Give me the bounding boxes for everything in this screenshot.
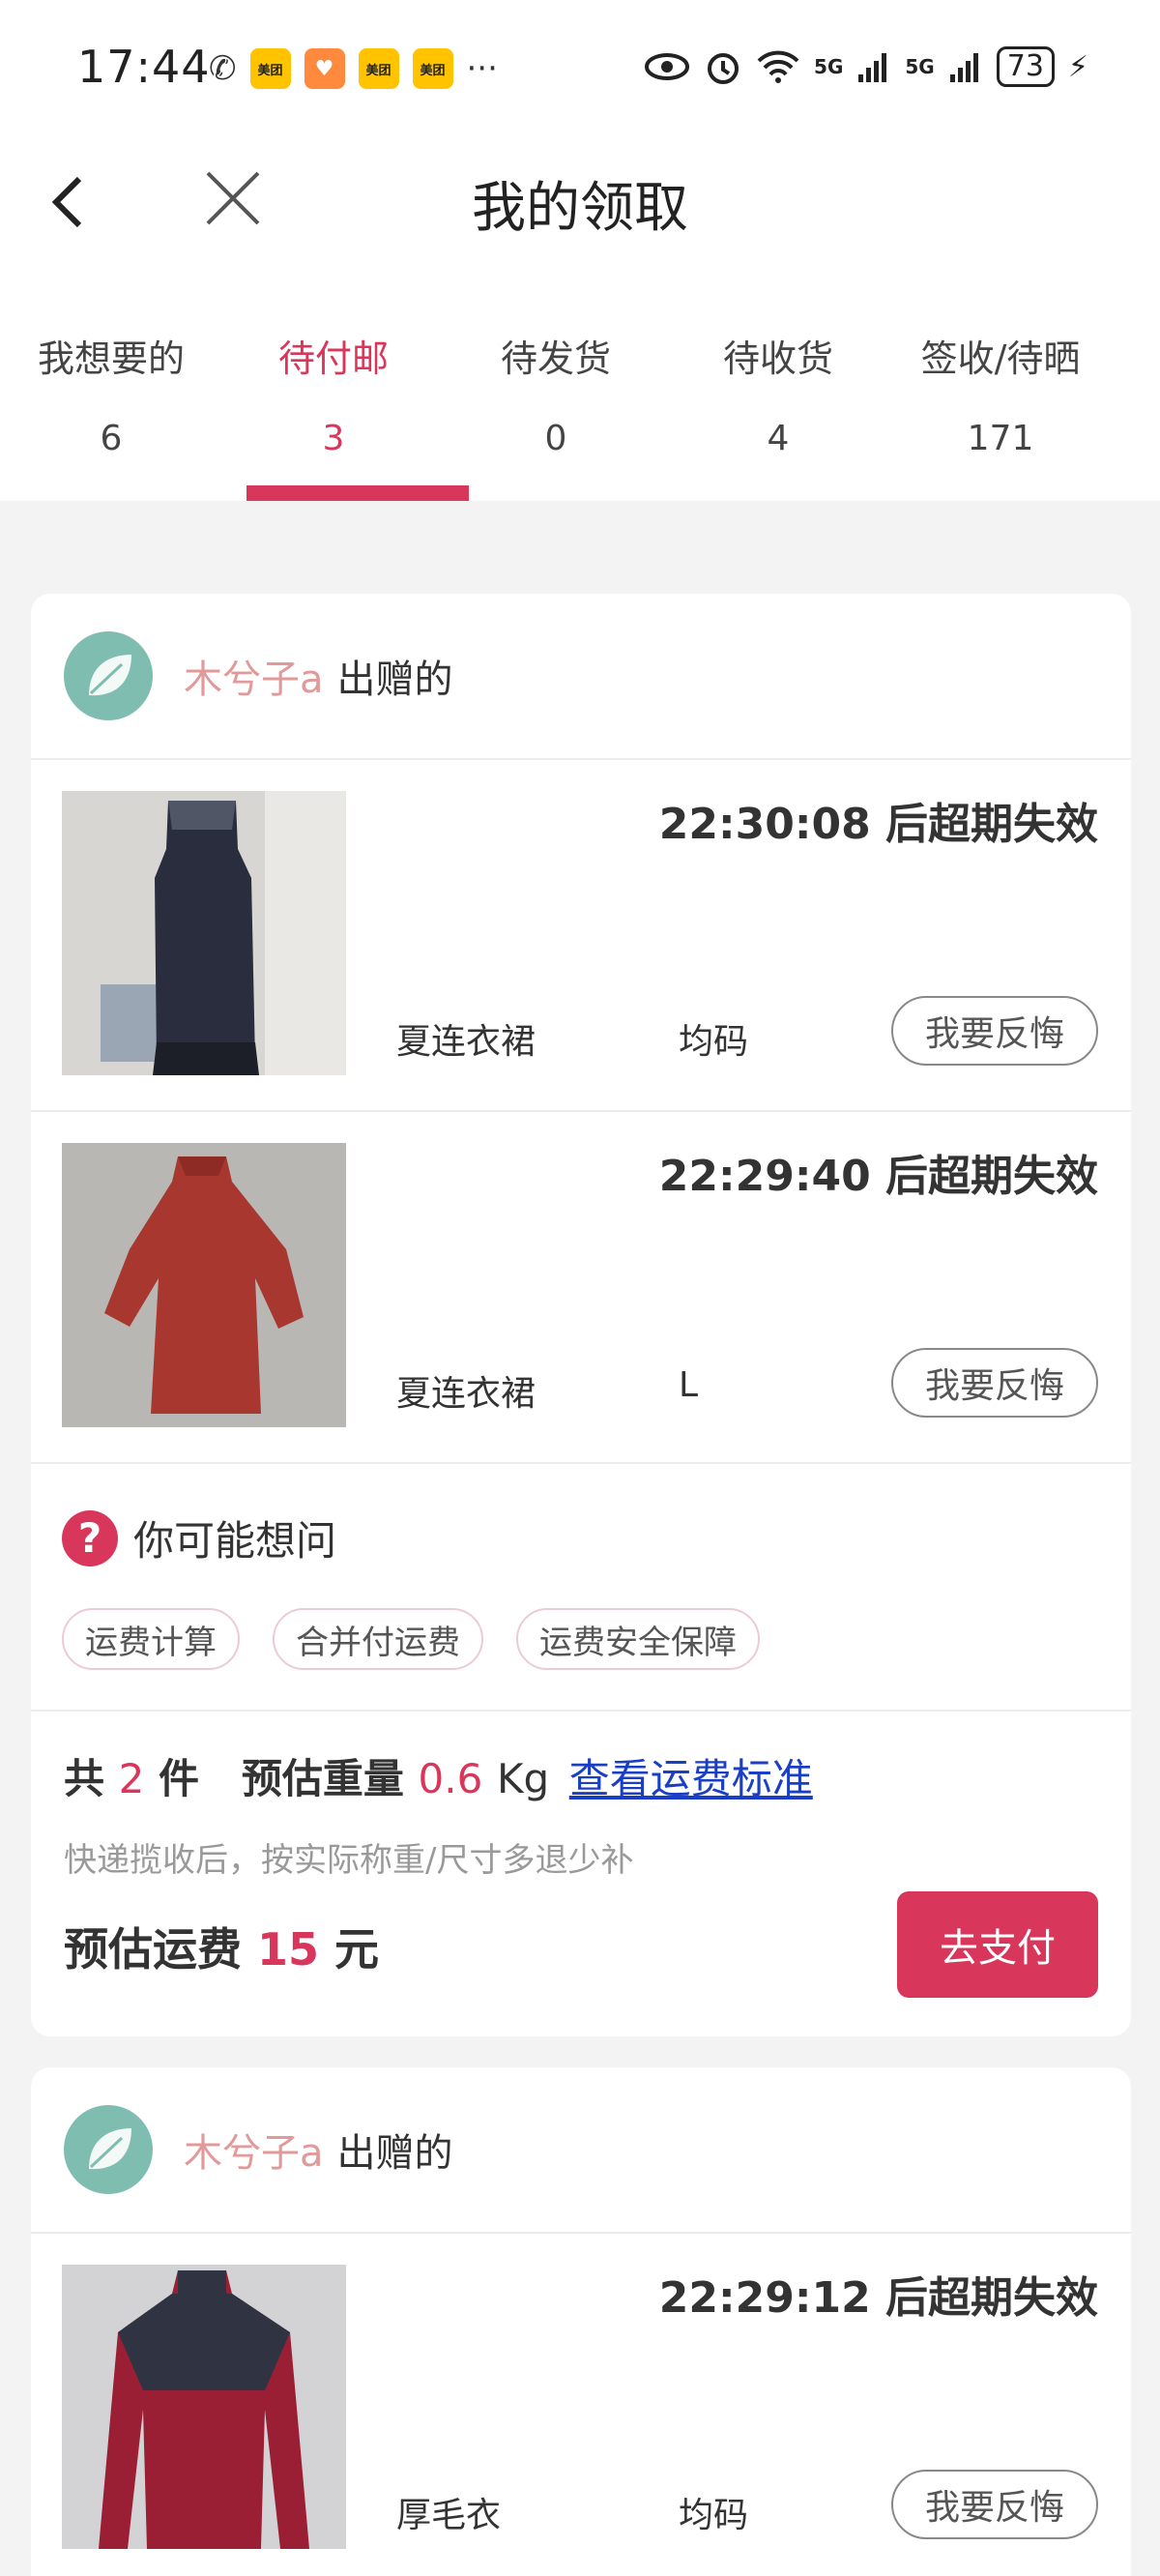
meituan-app-icon: 美团 [412,48,453,89]
status-time: 17:44 [77,41,211,93]
tab-label: 我想要的 [37,337,185,380]
leaf-icon [89,2128,131,2170]
item-size: 均码 [679,2496,749,2535]
regret-button[interactable]: 我要反悔 [891,2470,1098,2539]
weight-note: 快递揽收后，按实际称重/尺寸多退少补 [64,1841,634,1880]
active-tab-indicator [246,485,469,501]
faq-section: ? 你可能想问 运费计算 合并付运费 运费安全保障 [31,1464,1131,1712]
tab-received[interactable]: 签收/待晒 171 [889,300,1112,501]
shipping-standard-link[interactable]: 查看运费标准 [569,1755,813,1802]
network-5g-label: 5G [814,55,844,78]
nav-header: 我的领取 [0,135,1160,300]
system-icons: 5G 5G 73 ⚡ [644,46,1088,87]
order-group-card: 木兮子a 出赠的 22:30:08 后超期失效 夏连衣裙 均码 我要反悔 22:… [31,594,1131,2036]
meituan-app-icon: 美团 [358,48,399,89]
tab-count: 3 [322,419,345,458]
tab-pending-shipment[interactable]: 待发货 0 [445,300,667,501]
item-name: 夏连衣裙 [396,1022,536,1062]
missed-call-icon: ✆ [209,49,237,88]
heart-app-icon: ♥ [304,48,345,89]
signal-icon [949,53,978,82]
total-prefix: 共 [64,1755,105,1802]
giver-row[interactable]: 木兮子a 出赠的 [31,2067,1131,2234]
giver-suffix: 出赠的 [336,2131,453,2176]
estimated-fee: 预估运费 15 元 [64,1915,379,1978]
list-item[interactable]: 22:29:12 后超期失效 厚毛衣 均码 我要反悔 [31,2234,1131,2576]
summary-line: 共 2 件 预估重量 0.6 Kg 查看运费标准 [64,1746,813,1805]
tab-label: 待付邮 [277,337,389,380]
meituan-app-icon: 美团 [249,48,291,89]
tab-count: 4 [767,419,790,458]
order-group-card: 木兮子a 出赠的 22:29:12 后超期失效 厚毛衣 均码 我要反悔 [31,2067,1131,2576]
fee-label: 预估运费 [64,1923,242,1976]
product-image[interactable] [62,2265,346,2549]
faq-chip-combine-shipping[interactable]: 合并付运费 [273,1608,483,1670]
weight-unit: Kg [496,1755,550,1802]
fee-unit: 元 [334,1923,380,1976]
faq-chip-shipping-calc[interactable]: 运费计算 [62,1608,240,1670]
list-item[interactable]: 22:30:08 后超期失效 夏连衣裙 均码 我要反悔 [31,760,1131,1112]
tab-pending-postage[interactable]: 待付邮 3 [222,300,469,501]
status-tabs: 我想要的 6 待付邮 3 待发货 0 待收货 4 签收/待晒 171 [0,300,1160,501]
regret-button[interactable]: 我要反悔 [891,996,1098,1066]
signal-icon [858,53,887,82]
tab-label: 待发货 [500,337,611,380]
faq-chip-shipping-guarantee[interactable]: 运费安全保障 [516,1608,760,1670]
question-icon: ? [62,1509,118,1566]
weight-value: 0.6 [418,1755,483,1802]
battery-indicator: 73 [996,46,1055,87]
tab-count: 6 [100,419,123,458]
giver-name[interactable]: 木兮子a [184,648,324,704]
item-size: L [679,1365,699,1405]
expire-countdown: 22:29:40 后超期失效 [658,1152,1098,1201]
avatar[interactable] [64,631,153,720]
product-image[interactable] [62,791,346,1075]
list-item[interactable]: 22:29:40 后超期失效 夏连衣裙 L 我要反悔 [31,1112,1131,1464]
alarm-icon [708,53,740,84]
page-title: 我的领取 [472,177,688,240]
tab-pending-receipt[interactable]: 待收货 4 [667,300,889,501]
tab-wanted[interactable]: 我想要的 6 [0,300,222,501]
tab-count: 171 [967,419,1034,458]
regret-button[interactable]: 我要反悔 [891,1348,1098,1418]
item-name: 厚毛衣 [396,2496,502,2535]
total-unit: 件 [159,1755,200,1802]
tab-label: 待收货 [722,337,833,380]
total-count: 2 [118,1755,145,1802]
faq-title: 你可能想问 [133,1517,337,1565]
network-5g-label: 5G [905,55,935,78]
status-bar: 17:44 ✆ 美团 ♥ 美团 美团 ··· 5G 5G 73 ⚡ [0,0,1160,135]
wifi-icon [757,50,799,83]
weight-label: 预估重量 [241,1755,404,1802]
pay-button[interactable]: 去支付 [897,1891,1098,1998]
tab-count: 0 [544,419,567,458]
fee-value: 15 [257,1923,320,1976]
overflow-icon: ··· [466,49,498,88]
expire-countdown: 22:30:08 后超期失效 [658,800,1098,849]
order-summary: 共 2 件 预估重量 0.6 Kg 查看运费标准 快递揽收后，按实际称重/尺寸多… [31,1712,1131,2034]
giver-suffix: 出赠的 [336,658,453,702]
product-image[interactable] [62,1143,346,1427]
giver-row[interactable]: 木兮子a 出赠的 [31,594,1131,760]
item-size: 均码 [679,1022,749,1062]
item-name: 夏连衣裙 [396,1374,536,1414]
tab-label: 签收/待晒 [920,337,1081,380]
expire-countdown: 22:29:12 后超期失效 [658,2273,1098,2323]
leaf-icon [89,655,131,696]
charging-icon: ⚡ [1067,49,1088,84]
notification-icons: ✆ 美团 ♥ 美团 美团 ··· [209,48,498,89]
eye-icon [645,53,690,80]
giver-name[interactable]: 木兮子a [184,2122,324,2178]
avatar[interactable] [64,2105,153,2194]
